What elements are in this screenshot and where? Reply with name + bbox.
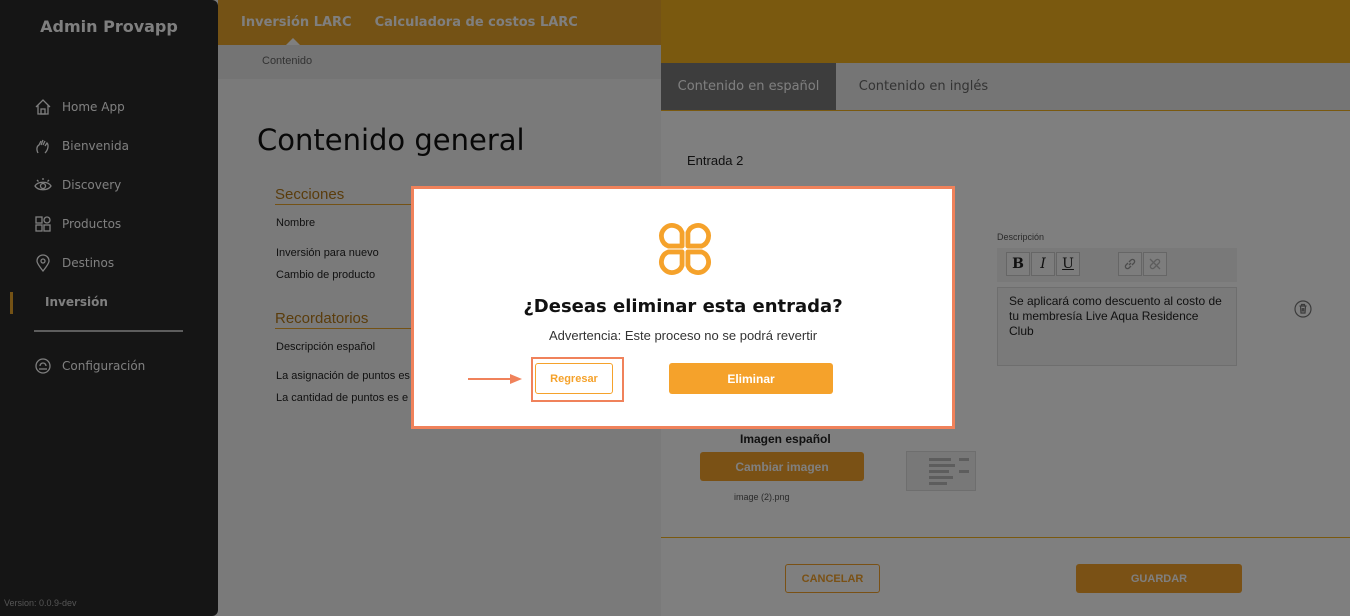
delete-button[interactable]: Eliminar [669,363,833,394]
dialog-title: ¿Deseas eliminar esta entrada? [523,296,843,317]
clover-logo-icon [659,223,711,275]
back-button[interactable]: Regresar [535,363,613,394]
confirm-delete-dialog: ¿Deseas eliminar esta entrada? Advertenc… [411,186,955,429]
dialog-warning: Advertencia: Este proceso no se podrá re… [548,328,818,343]
annotation-arrow-icon [468,374,522,384]
